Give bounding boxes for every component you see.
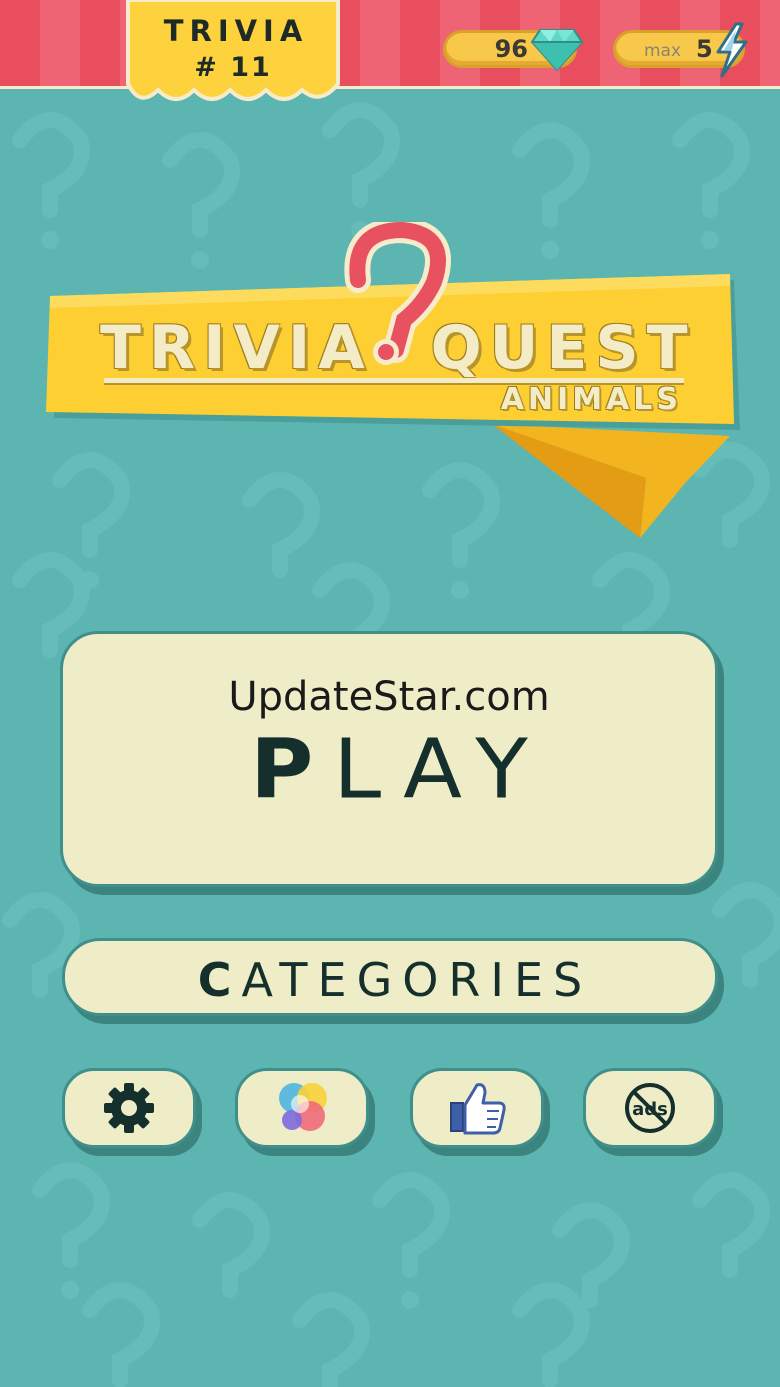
like-button[interactable] bbox=[410, 1068, 544, 1148]
categories-label: CATEGORIES bbox=[197, 953, 593, 1007]
more-games-button[interactable] bbox=[235, 1068, 369, 1148]
logo-word-quest: Quest bbox=[430, 313, 696, 383]
trivia-level-badge: TRIVIA # 11 bbox=[124, 0, 342, 112]
logo-title: Trivia Quest bbox=[100, 318, 696, 378]
play-button[interactable]: UpdateStar.com PLAY bbox=[60, 631, 718, 887]
play-label: PLAY bbox=[250, 722, 548, 818]
watermark-text: UpdateStar.com bbox=[228, 674, 550, 720]
no-ads-icon: ads bbox=[625, 1083, 675, 1133]
color-circles-icon bbox=[279, 1083, 327, 1131]
categories-button[interactable]: CATEGORIES bbox=[62, 938, 718, 1016]
logo-subtitle: Animals bbox=[500, 382, 682, 417]
logo-word-trivia: Trivia bbox=[100, 313, 373, 383]
energy-max-label: max bbox=[644, 41, 682, 61]
gear-icon bbox=[104, 1083, 154, 1133]
lightning-bolt-icon bbox=[716, 22, 748, 78]
remove-ads-button[interactable]: ads bbox=[583, 1068, 717, 1148]
diamond-icon bbox=[530, 29, 584, 72]
thumbs-up-icon bbox=[450, 1083, 506, 1135]
badge-level-number: # 11 bbox=[194, 52, 272, 83]
energy-count: 5 bbox=[696, 35, 713, 63]
badge-title: TRIVIA bbox=[163, 14, 309, 48]
settings-button[interactable] bbox=[62, 1068, 196, 1148]
gem-count: 96 bbox=[494, 35, 528, 63]
